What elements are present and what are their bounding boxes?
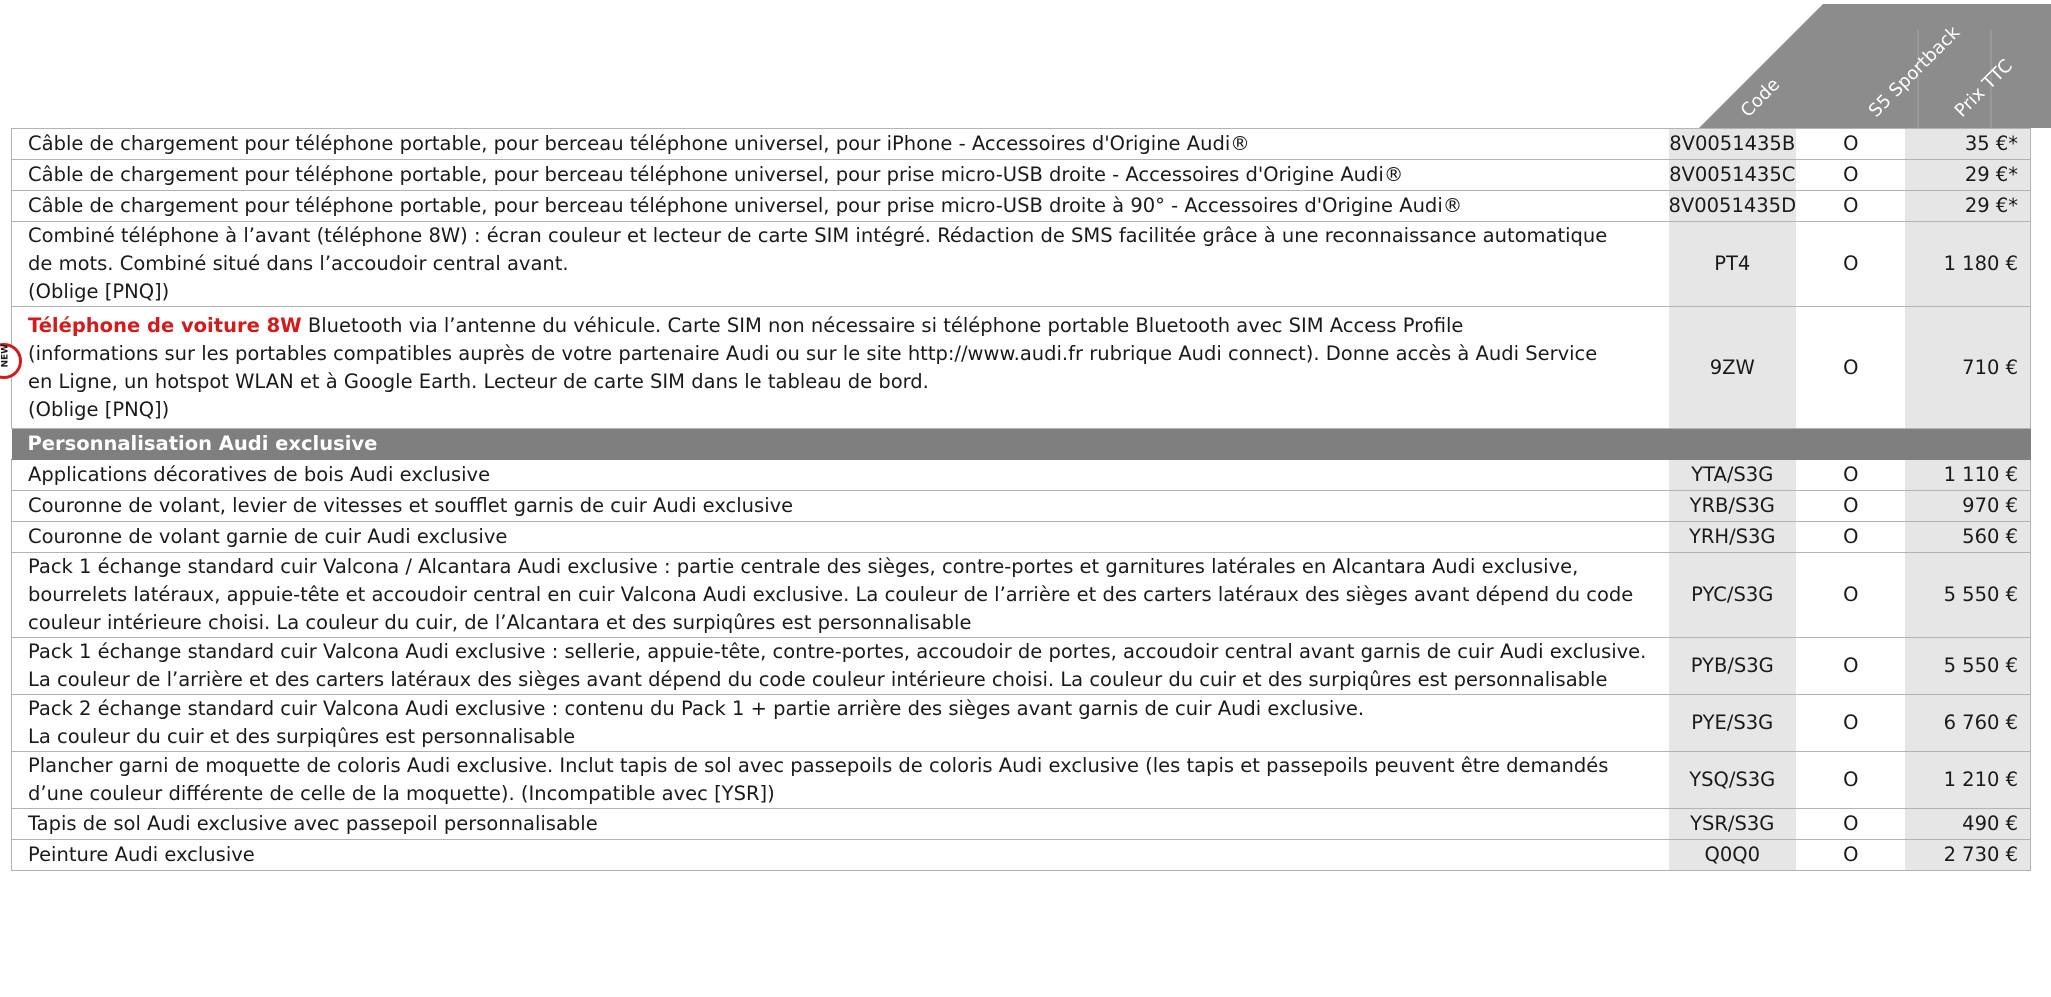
option-availability: O [1796, 159, 1905, 191]
option-description-cell: Pack 1 échange standard cuir Valcona Aud… [11, 637, 1669, 695]
option-availability: O [1796, 128, 1905, 160]
option-code: 8V0051435D [1668, 190, 1797, 222]
option-description: Câble de chargement pour téléphone porta… [28, 194, 1463, 217]
option-description: Câble de chargement pour téléphone porta… [28, 163, 1404, 186]
option-description-cell: Couronne de volant garnie de cuir Audi e… [11, 521, 1669, 553]
option-availability: O [1796, 694, 1905, 752]
option-description-cell: Téléphone de voiture 8W Bluetooth via l’… [11, 306, 1669, 429]
option-description: Peinture Audi exclusive [28, 843, 255, 866]
option-description-cell: Plancher garni de moquette de coloris Au… [11, 751, 1669, 809]
option-description: Couronne de volant garnie de cuir Audi e… [28, 525, 508, 548]
option-price: 970 € [1904, 490, 2031, 522]
option-description-cell: Câble de chargement pour téléphone porta… [11, 159, 1669, 191]
option-availability: O [1796, 306, 1905, 429]
column-header: Code S5 Sportback Prix TTC [0, 0, 2051, 128]
option-availability: O [1796, 808, 1905, 840]
option-availability: O [1796, 839, 1905, 871]
option-code: YSR/S3G [1668, 808, 1797, 840]
table-row: Pack 2 échange standard cuir Valcona Aud… [11, 694, 2031, 752]
column-header-band: Code S5 Sportback Prix TTC [1699, 4, 2051, 128]
option-code: PYE/S3G [1668, 694, 1797, 752]
option-price: 35 €* [1904, 128, 2031, 160]
option-availability: O [1796, 459, 1905, 491]
option-code: 9ZW [1668, 306, 1797, 429]
option-description: Pack 1 échange standard cuir Valcona / A… [28, 555, 1634, 634]
option-price: 1 210 € [1904, 751, 2031, 809]
option-code: 8V0051435B [1668, 128, 1797, 160]
option-code: PT4 [1668, 221, 1797, 307]
table-row: Peinture Audi exclusive Q0Q0 O 2 730 € [11, 839, 2031, 871]
section-title: Personnalisation Audi exclusive [11, 428, 2031, 460]
table-row: Câble de chargement pour téléphone porta… [11, 128, 2031, 160]
option-price: 29 €* [1904, 190, 2031, 222]
table-row: Tapis de sol Audi exclusive avec passepo… [11, 808, 2031, 840]
option-description-cell: Peinture Audi exclusive [11, 839, 1669, 871]
option-description: Pack 2 échange standard cuir Valcona Aud… [28, 697, 1365, 748]
option-description-cell: Tapis de sol Audi exclusive avec passepo… [11, 808, 1669, 840]
table-row: Plancher garni de moquette de coloris Au… [11, 751, 2031, 809]
option-description: Câble de chargement pour téléphone porta… [28, 132, 1250, 155]
option-price: 5 550 € [1904, 552, 2031, 638]
option-code: PYB/S3G [1668, 637, 1797, 695]
table-row: Pack 1 échange standard cuir Valcona / A… [11, 552, 2031, 638]
option-price: 29 €* [1904, 159, 2031, 191]
option-price: 1 180 € [1904, 221, 2031, 307]
option-price: 6 760 € [1904, 694, 2031, 752]
option-description-cell: Applications décoratives de bois Audi ex… [11, 459, 1669, 491]
option-description-cell: Câble de chargement pour téléphone porta… [11, 190, 1669, 222]
option-description-cell: Combiné téléphone à l’avant (téléphone 8… [11, 221, 1669, 307]
new-badge-text: NEW [0, 343, 11, 368]
option-description-cell: Câble de chargement pour téléphone porta… [11, 128, 1669, 160]
options-price-table: Câble de chargement pour téléphone porta… [11, 128, 2031, 871]
option-description: Couronne de volant, levier de vitesses e… [28, 494, 794, 517]
option-description: Tapis de sol Audi exclusive avec passepo… [28, 812, 598, 835]
option-code: YRH/S3G [1668, 521, 1797, 553]
option-description: Applications décoratives de bois Audi ex… [28, 463, 491, 486]
table-row: Combiné téléphone à l’avant (téléphone 8… [11, 221, 2031, 307]
option-code: YSQ/S3G [1668, 751, 1797, 809]
table-row: Câble de chargement pour téléphone porta… [11, 159, 2031, 191]
table-row: Pack 1 échange standard cuir Valcona Aud… [11, 637, 2031, 695]
option-price: 710 € [1904, 306, 2031, 429]
option-code: 8V0051435C [1668, 159, 1797, 191]
table-row: Câble de chargement pour téléphone porta… [11, 190, 2031, 222]
option-description-cell: Couronne de volant, levier de vitesses e… [11, 490, 1669, 522]
option-code: Q0Q0 [1668, 839, 1797, 871]
option-code: YTA/S3G [1668, 459, 1797, 491]
option-price: 5 550 € [1904, 637, 2031, 695]
option-code: PYC/S3G [1668, 552, 1797, 638]
table-row: Applications décoratives de bois Audi ex… [11, 459, 2031, 491]
option-description-cell: Pack 2 échange standard cuir Valcona Aud… [11, 694, 1669, 752]
option-description: Pack 1 échange standard cuir Valcona Aud… [28, 640, 1647, 691]
option-code: YRB/S3G [1668, 490, 1797, 522]
option-availability: O [1796, 190, 1905, 222]
option-description-cell: Pack 1 échange standard cuir Valcona / A… [11, 552, 1669, 638]
option-availability: O [1796, 521, 1905, 553]
option-price: 560 € [1904, 521, 2031, 553]
option-availability: O [1796, 552, 1905, 638]
table-row: Couronne de volant garnie de cuir Audi e… [11, 521, 2031, 553]
option-availability: O [1796, 637, 1905, 695]
section-header-row: Personnalisation Audi exclusive [11, 428, 2031, 460]
option-price: 1 110 € [1904, 459, 2031, 491]
option-description: Combiné téléphone à l’avant (téléphone 8… [28, 224, 1608, 303]
option-availability: O [1796, 490, 1905, 522]
option-price: 490 € [1904, 808, 2031, 840]
option-highlight-name: Téléphone de voiture 8W [28, 313, 302, 337]
option-price: 2 730 € [1904, 839, 2031, 871]
table-row: Couronne de volant, levier de vitesses e… [11, 490, 2031, 522]
option-availability: O [1796, 751, 1905, 809]
table-row: Téléphone de voiture 8W Bluetooth via l’… [11, 306, 2031, 429]
option-description: Plancher garni de moquette de coloris Au… [28, 754, 1609, 805]
option-availability: O [1796, 221, 1905, 307]
